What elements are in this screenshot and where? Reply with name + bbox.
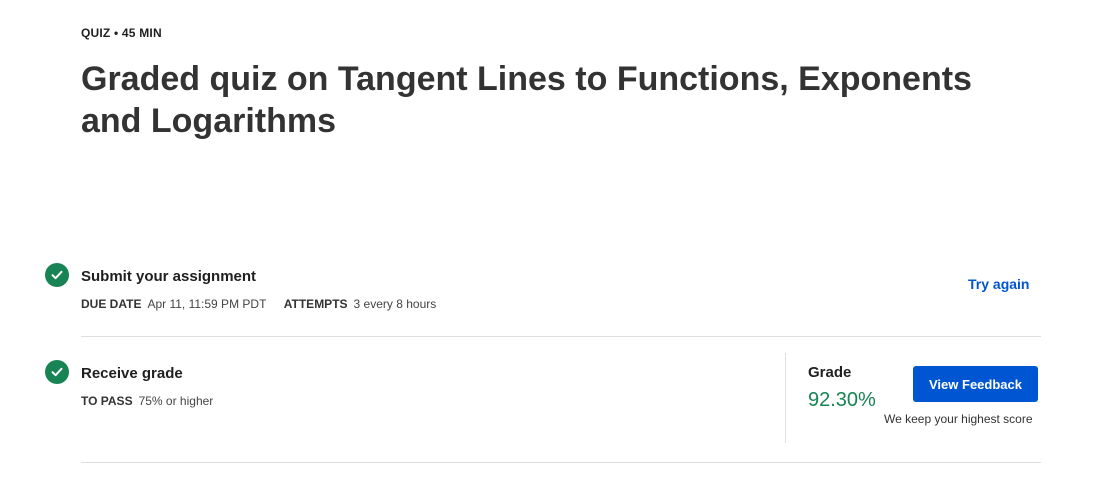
section-divider [81,336,1041,337]
to-pass-label: TO PASS [81,394,133,408]
check-circle-icon [45,360,69,384]
quiz-page: QUIZ • 45 MIN Graded quiz on Tangent Lin… [0,0,1107,485]
attempts-value: 3 every 8 hours [353,297,437,311]
grade-label: Grade [808,364,852,381]
submit-step-title: Submit your assignment [81,268,257,285]
grade-value: 92.30% [808,389,876,411]
highest-score-note: We keep your highest score [884,412,1033,426]
due-date-value: Apr 11, 11:59 PM PDT [147,297,267,311]
quiz-meta-eyebrow: QUIZ • 45 MIN [81,26,162,40]
section-divider [81,462,1041,463]
grade-step-title: Receive grade [81,365,183,382]
to-pass-value: 75% or higher [138,394,214,408]
due-date-label: DUE DATE [81,297,142,311]
attempts-label: ATTEMPTS [283,297,348,311]
grade-divider [785,353,786,443]
check-circle-icon [45,263,69,287]
page-title: Graded quiz on Tangent Lines to Function… [81,60,972,140]
try-again-link[interactable]: Try again [968,276,1029,292]
view-feedback-button[interactable]: View Feedback [913,366,1038,402]
grade-step-meta: TO PASS 75% or higher [81,394,227,408]
submit-step-meta: DUE DATE Apr 11, 11:59 PM PDT ATTEMPTS 3 e… [81,297,450,311]
